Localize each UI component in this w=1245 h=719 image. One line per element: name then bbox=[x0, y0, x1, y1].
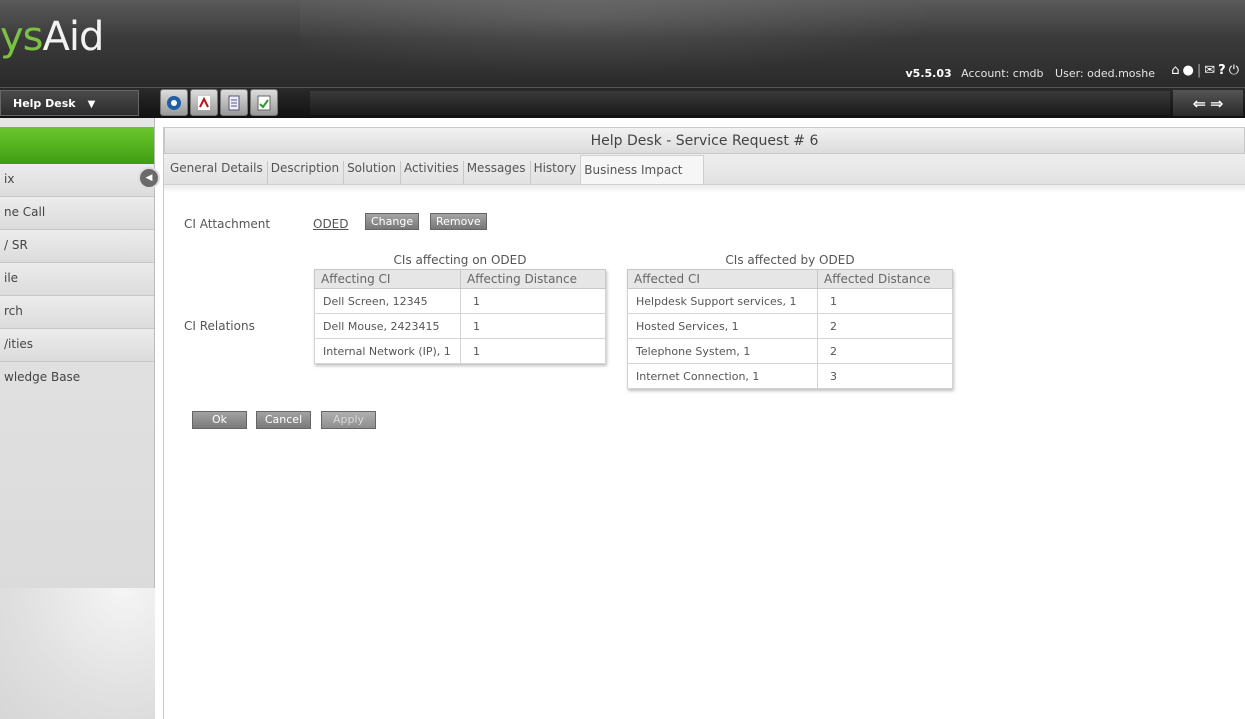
settings-icon[interactable] bbox=[160, 89, 188, 116]
tab-general-details[interactable]: General Details bbox=[167, 161, 268, 184]
sidebar-item[interactable]: rch bbox=[0, 296, 154, 329]
home-icon[interactable]: ⌂ bbox=[1171, 63, 1179, 79]
table-row[interactable]: Helpdesk Support services, 1 1 bbox=[627, 288, 953, 314]
table-cell: Hosted Services, 1 bbox=[627, 313, 818, 339]
table-cell: 1 bbox=[817, 288, 953, 314]
table-cell: Helpdesk Support services, 1 bbox=[627, 288, 818, 314]
table-row[interactable]: Dell Mouse, 2423415 1 bbox=[314, 313, 606, 339]
print-icon[interactable] bbox=[220, 89, 248, 116]
sidebar-item[interactable]: / SR bbox=[0, 230, 154, 263]
tab-bar: General Details Description Solution Act… bbox=[164, 154, 1245, 185]
table-row[interactable]: Hosted Services, 1 2 bbox=[627, 313, 953, 339]
page-title: Help Desk - Service Request # 6 bbox=[164, 127, 1245, 154]
table-header-row: Affecting CI Affecting Distance bbox=[314, 269, 606, 289]
table-cell: 1 bbox=[460, 313, 606, 339]
power-icon[interactable]: ⏻ bbox=[1229, 63, 1239, 79]
change-button[interactable]: Change bbox=[365, 213, 420, 230]
tab-business-impact[interactable]: Business Impact bbox=[580, 155, 704, 184]
main-panel: Help Desk - Service Request # 6 General … bbox=[163, 127, 1245, 719]
module-selector[interactable]: Help Desk ▼ bbox=[0, 90, 139, 116]
sidebar-item[interactable]: ne Call bbox=[0, 197, 154, 230]
sysaid-logo: ysAid bbox=[0, 14, 104, 60]
user-label: User: oded.moshe bbox=[1055, 67, 1155, 80]
ci-relations-label: CI Relations bbox=[184, 319, 255, 333]
ci-attachment-label: CI Attachment bbox=[184, 217, 271, 231]
app-header: ysAid v5.5.03 Account: cmdb User: oded.m… bbox=[0, 0, 1245, 87]
table-row[interactable]: Dell Screen, 12345 1 bbox=[314, 288, 606, 314]
sidebar-item[interactable]: ile bbox=[0, 263, 154, 296]
table-cell: Telephone System, 1 bbox=[627, 338, 818, 364]
help-icon[interactable]: ? bbox=[1218, 63, 1226, 79]
sidebar-item[interactable]: ix bbox=[0, 164, 154, 197]
ok-button[interactable]: Ok bbox=[192, 411, 247, 429]
table-cell: Internet Connection, 1 bbox=[627, 363, 818, 389]
nav-arrows: ⇐ ⇒ bbox=[1173, 90, 1243, 116]
column-header[interactable]: Affecting Distance bbox=[460, 269, 606, 289]
session-info: v5.5.03 Account: cmdb User: oded.moshe bbox=[906, 67, 1155, 80]
sidebar-item[interactable]: /ities bbox=[0, 329, 154, 362]
tab-history[interactable]: History bbox=[531, 161, 581, 184]
tab-activities[interactable]: Activities bbox=[401, 161, 464, 184]
table-row[interactable]: Internet Connection, 1 3 bbox=[627, 363, 953, 389]
header-glow bbox=[300, 0, 1000, 87]
table-cell: 2 bbox=[817, 313, 953, 339]
account-label: Account: cmdb bbox=[961, 67, 1044, 80]
cancel-button[interactable]: Cancel bbox=[256, 411, 311, 429]
sidebar-item[interactable]: wledge Base bbox=[0, 362, 154, 395]
affecting-caption: CIs affecting on ODED bbox=[393, 253, 527, 267]
affected-table: Affected CI Affected Distance Helpdesk S… bbox=[627, 269, 953, 389]
column-header[interactable]: Affecting CI bbox=[314, 269, 461, 289]
pdf-icon[interactable] bbox=[190, 89, 218, 116]
forward-arrow-icon[interactable]: ⇒ bbox=[1210, 94, 1223, 113]
table-header-row: Affected CI Affected Distance bbox=[627, 269, 953, 289]
table-cell: Internal Network (IP), 1 bbox=[314, 338, 461, 364]
toolbar: Help Desk ▼ ⇐ ⇒ bbox=[0, 87, 1245, 118]
affected-caption: CIs affected by ODED bbox=[725, 253, 855, 267]
table-cell: 1 bbox=[460, 338, 606, 364]
version-label: v5.5.03 bbox=[905, 67, 952, 80]
tab-fade bbox=[164, 185, 1245, 193]
table-cell: 1 bbox=[460, 288, 606, 314]
sidebar-decoration bbox=[0, 588, 155, 719]
table-cell: Dell Mouse, 2423415 bbox=[314, 313, 461, 339]
chevron-down-icon: ▼ bbox=[87, 99, 96, 110]
tab-solution[interactable]: Solution bbox=[344, 161, 401, 184]
table-cell: 2 bbox=[817, 338, 953, 364]
toolbar-icons bbox=[160, 89, 278, 116]
affecting-table: Affecting CI Affecting Distance Dell Scr… bbox=[314, 269, 606, 364]
separator: | bbox=[1196, 63, 1202, 78]
spellcheck-icon[interactable] bbox=[250, 89, 278, 116]
collapse-sidebar-icon[interactable]: ◀ bbox=[138, 167, 160, 189]
mail-icon[interactable]: ✉ bbox=[1204, 63, 1215, 79]
ci-attachment-link[interactable]: ODED bbox=[313, 217, 349, 231]
remove-button[interactable]: Remove bbox=[430, 213, 487, 230]
tab-messages[interactable]: Messages bbox=[464, 161, 531, 184]
tab-description[interactable]: Description bbox=[268, 161, 345, 184]
toolbar-strip bbox=[310, 91, 1170, 115]
user-icon[interactable]: ● bbox=[1183, 63, 1194, 79]
back-arrow-icon[interactable]: ⇐ bbox=[1193, 94, 1206, 113]
apply-button[interactable]: Apply bbox=[321, 411, 376, 429]
header-icons: ⌂ ● | ✉ ? ⏻ bbox=[1171, 63, 1239, 79]
table-row[interactable]: Telephone System, 1 2 bbox=[627, 338, 953, 364]
table-cell: Dell Screen, 12345 bbox=[314, 288, 461, 314]
table-cell: 3 bbox=[817, 363, 953, 389]
column-header[interactable]: Affected Distance bbox=[817, 269, 953, 289]
table-row[interactable]: Internal Network (IP), 1 1 bbox=[314, 338, 606, 364]
column-header[interactable]: Affected CI bbox=[627, 269, 818, 289]
sidebar-header bbox=[0, 127, 154, 164]
sidebar: ix ne Call / SR ile rch /ities wledge Ba… bbox=[0, 118, 155, 719]
